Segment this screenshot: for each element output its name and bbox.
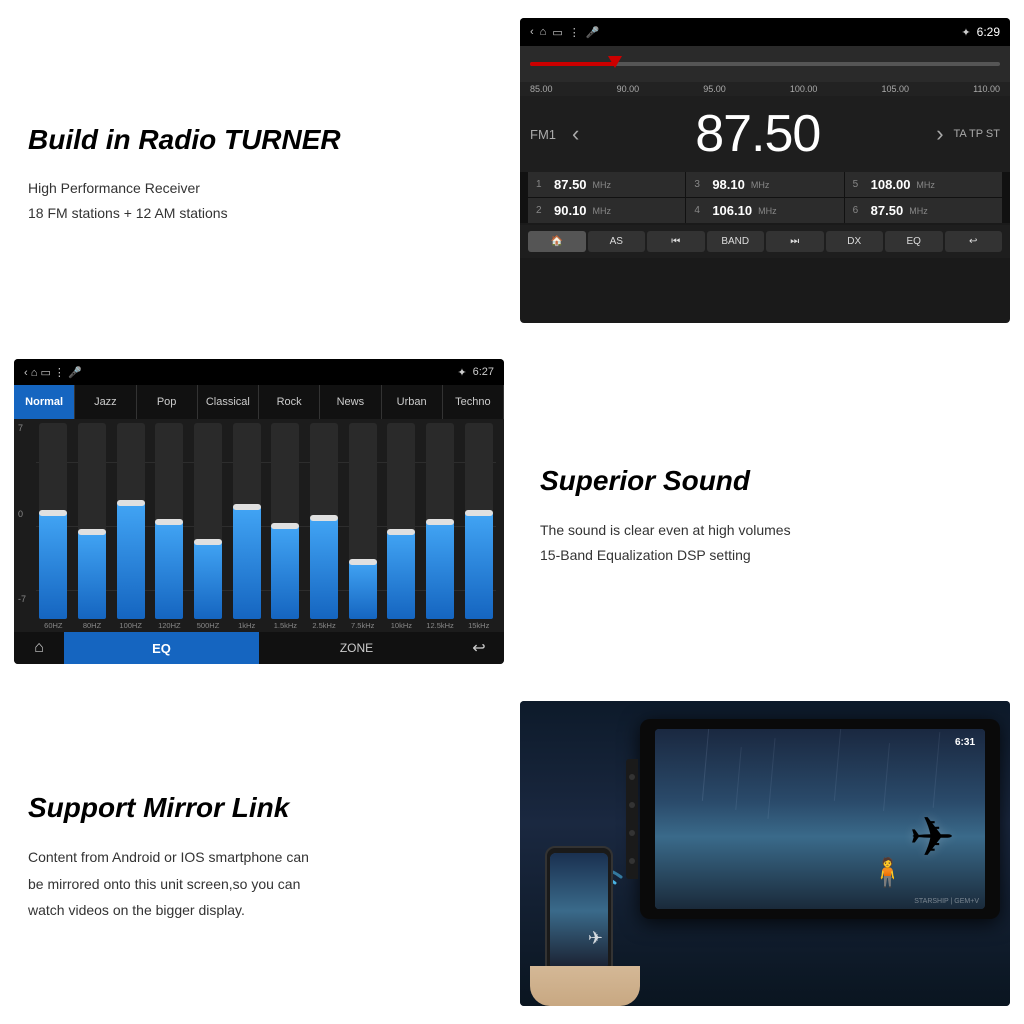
eq-bar-1-5khz[interactable] [268, 423, 303, 619]
page-container: Build in Radio TURNER High Performance R… [0, 0, 1024, 1024]
eq-status-bar: ‹ ⌂ ▭ ⋮ 🎤 ✦ 6:27 [14, 359, 504, 385]
eq-back-button[interactable]: ↩ [454, 638, 504, 658]
mirror-description: Content from Android or IOS smartphone c… [28, 844, 492, 924]
eq-bar-120hz[interactable] [152, 423, 187, 619]
ctrl-as-button[interactable]: AS [588, 231, 646, 252]
ctrl-home-button[interactable]: 🏠 [528, 231, 586, 252]
sound-description: The sound is clear even at high volumes … [540, 518, 1004, 568]
eq-tab-news[interactable]: News [320, 385, 381, 419]
radio-title: Build in Radio TURNER [28, 123, 492, 157]
bluetooth-icon: ✦ [961, 26, 970, 39]
eq-tabs: Normal Jazz Pop Classical Rock News Urba… [14, 385, 504, 419]
car-unit-device: ✈ 🧍 6:31 STARSHIP | GEM+V [640, 719, 1000, 919]
status-time: 6:29 [977, 25, 1000, 39]
eq-bar-80hz[interactable] [75, 423, 110, 619]
eq-zone-button[interactable]: ZONE [259, 641, 454, 655]
mirror-link-section: Support Mirror Link Content from Android… [0, 683, 512, 1024]
ctrl-next-button[interactable]: ⏭ [766, 231, 824, 252]
radio-screen-section: ‹ ⌂ ▭ ⋮ 🎤 ✦ 6:29 85.00 [512, 0, 1024, 341]
back-icon[interactable]: ‹ [530, 26, 534, 38]
eq-bar-100hz[interactable] [113, 423, 148, 619]
radio-main-display: FM1 ‹ 87.50 › TA TP ST [520, 96, 1010, 172]
eq-home-button[interactable]: ⌂ [14, 639, 64, 657]
fm-label: FM1 [530, 127, 562, 142]
eq-home-icon[interactable]: ⌂ [31, 367, 38, 379]
eq-bar-500hz[interactable] [191, 423, 226, 619]
mic-icon[interactable]: 🎤 [586, 26, 600, 39]
mirror-title: Support Mirror Link [28, 791, 492, 825]
eq-tab-pop[interactable]: Pop [137, 385, 198, 419]
status-icons: ‹ ⌂ ▭ ⋮ 🎤 [530, 26, 599, 39]
preset-5[interactable]: 5 108.00 MHz [845, 172, 1002, 197]
airplane-icon: ✈ [909, 805, 955, 869]
eq-tab-normal[interactable]: Normal [14, 385, 75, 419]
eq-bar-60hz[interactable] [36, 423, 71, 619]
eq-bottom-bar: ⌂ EQ ZONE ↩ [14, 632, 504, 664]
radio-presets: 1 87.50 MHz 3 98.10 MHz 5 108.00 MHz 2 9… [520, 172, 1010, 223]
eq-bar-1khz[interactable] [229, 423, 264, 619]
eq-body: 7 0 -7 [14, 419, 504, 632]
preset-2[interactable]: 2 90.10 MHz [528, 198, 685, 223]
eq-mic-icon[interactable]: 🎤 [68, 367, 82, 379]
eq-freq-labels: 60HZ 80HZ 100HZ 120HZ 500HZ 1kHz 1.5kHz … [14, 619, 504, 632]
car-unit-screen: ✈ 🧍 6:31 STARSHIP | GEM+V [655, 729, 985, 909]
person-silhouette: 🧍 [870, 856, 905, 889]
eq-back-icon[interactable]: ‹ [24, 367, 28, 379]
radio-controls: 🏠 AS ⏮ BAND ⏭ DX EQ ↩ [520, 225, 1010, 258]
radio-description: High Performance Receiver 18 FM stations… [28, 176, 492, 226]
eq-tab-urban[interactable]: Urban [382, 385, 443, 419]
mirror-device-image: ✈ 🧍 6:31 STARSHIP | GEM+V [520, 701, 1010, 1006]
brand-watermark: STARSHIP | GEM+V [914, 898, 979, 905]
tuner-thumb [608, 56, 622, 68]
sound-section: Superior Sound The sound is clear even a… [512, 341, 1024, 682]
mirror-time-display: 6:31 [955, 737, 975, 748]
next-freq-button[interactable]: › [936, 121, 943, 147]
eq-device-screen: ‹ ⌂ ▭ ⋮ 🎤 ✦ 6:27 Normal Jazz Pop Classic… [14, 359, 504, 664]
window-icon[interactable]: ▭ [552, 26, 562, 39]
eq-tab-classical[interactable]: Classical [198, 385, 259, 419]
tuner-fill [530, 62, 615, 66]
eq-tab-techno[interactable]: Techno [443, 385, 504, 419]
preset-3[interactable]: 3 98.10 MHz [686, 172, 843, 197]
eq-window-icon[interactable]: ▭ [40, 367, 50, 379]
menu-icon[interactable]: ⋮ [569, 26, 580, 39]
eq-bar-2-5khz[interactable] [307, 423, 342, 619]
ctrl-dx-button[interactable]: DX [826, 231, 884, 252]
eq-status-time: 6:27 [473, 366, 494, 378]
home-icon[interactable]: ⌂ [540, 26, 547, 38]
eq-eq-button[interactable]: EQ [64, 632, 259, 664]
prev-freq-button[interactable]: ‹ [572, 121, 579, 147]
eq-status-icons: ‹ ⌂ ▭ ⋮ 🎤 [24, 366, 82, 379]
tuner-bar[interactable] [520, 46, 1010, 82]
radio-device-screen: ‹ ⌂ ▭ ⋮ 🎤 ✦ 6:29 85.00 [520, 18, 1010, 323]
ctrl-eq-button[interactable]: EQ [885, 231, 943, 252]
preset-1[interactable]: 1 87.50 MHz [528, 172, 685, 197]
tuner-labels: 85.00 90.00 95.00 100.00 105.00 110.00 [520, 82, 1010, 96]
ctrl-back-button[interactable]: ↩ [945, 231, 1003, 252]
ctrl-band-button[interactable]: BAND [707, 231, 765, 252]
rds-display: TA TP ST [954, 128, 1000, 140]
eq-bar-15khz[interactable] [461, 423, 496, 619]
eq-tab-rock[interactable]: Rock [259, 385, 320, 419]
radio-status-bar: ‹ ⌂ ▭ ⋮ 🎤 ✦ 6:29 [520, 18, 1010, 46]
eq-bars [14, 419, 504, 619]
eq-tab-jazz[interactable]: Jazz [75, 385, 136, 419]
mirror-image-section: ✈ 🧍 6:31 STARSHIP | GEM+V [512, 683, 1024, 1024]
eq-bar-7-5khz[interactable] [345, 423, 380, 619]
eq-bluetooth-icon: ✦ [457, 366, 466, 379]
sound-title: Superior Sound [540, 464, 1004, 498]
ctrl-prev-button[interactable]: ⏮ [647, 231, 705, 252]
preset-6[interactable]: 6 87.50 MHz [845, 198, 1002, 223]
eq-menu-icon[interactable]: ⋮ [54, 367, 65, 379]
phone-hand-group: ✈ [530, 846, 640, 1006]
eq-status-right: ✦ 6:27 [457, 366, 494, 379]
eq-screen-section: ‹ ⌂ ▭ ⋮ 🎤 ✦ 6:27 Normal Jazz Pop Classic… [0, 341, 512, 682]
tuner-track [530, 62, 1000, 66]
eq-bar-12-5khz[interactable] [423, 423, 458, 619]
eq-bar-10khz[interactable] [384, 423, 419, 619]
frequency-display: 87.50 [589, 104, 926, 164]
radio-turner-section: Build in Radio TURNER High Performance R… [0, 0, 512, 341]
status-right: ✦ 6:29 [961, 25, 1000, 39]
preset-4[interactable]: 4 106.10 MHz [686, 198, 843, 223]
